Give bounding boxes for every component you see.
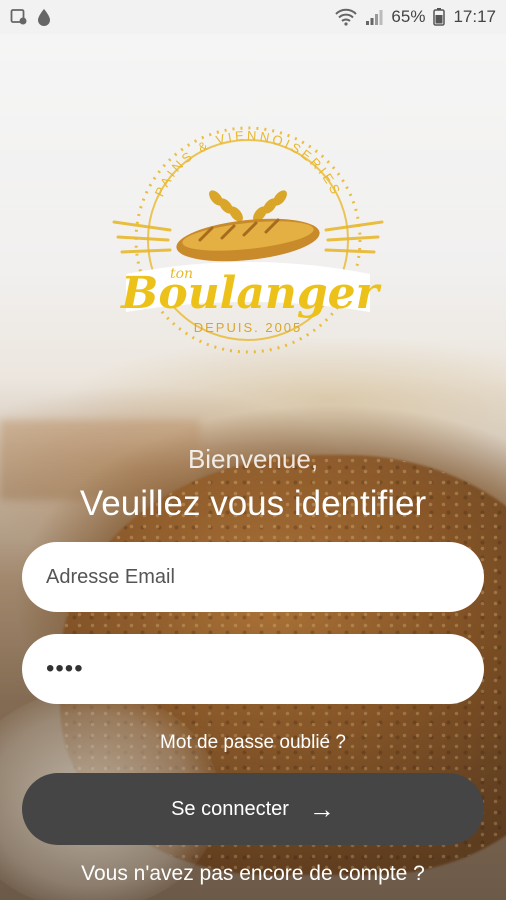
boulanger-logo: PAINS & VIENNOISERIES ton Boulanger DEPU…	[112, 126, 384, 354]
email-input[interactable]	[46, 565, 460, 589]
screen-record-icon	[10, 9, 27, 25]
password-field[interactable]	[22, 634, 484, 704]
password-input[interactable]	[46, 655, 460, 683]
connect-button-label: Se connecter	[171, 797, 289, 820]
clock: 17:17	[453, 7, 496, 26]
drop-icon	[38, 9, 50, 26]
signup-link[interactable]: Vous n'avez pas encore de compte ?	[0, 862, 506, 886]
status-right: 65% 17:17	[335, 7, 496, 27]
status-left	[10, 8, 52, 26]
svg-text:PAINS & VIENNOISERIES: PAINS & VIENNOISERIES	[152, 128, 345, 199]
logo-arc-text: PAINS & VIENNOISERIES	[152, 128, 342, 199]
logo-brand: Boulanger	[119, 268, 382, 319]
baguette-icon	[176, 218, 320, 262]
logo-since: DEPUIS. 2005	[194, 320, 303, 335]
wifi-icon	[335, 8, 358, 26]
arrow-right-icon: →	[308, 794, 335, 824]
forgot-password-link[interactable]: Mot de passe oublié ?	[0, 732, 506, 754]
page-title: Veuillez vous identifier	[79, 484, 427, 523]
login-screen: 65% 17:17 PAINS & VIENNOISERIES ton Boul…	[0, 0, 506, 900]
battery-icon	[433, 8, 446, 26]
welcome-text: Bienvenue,	[187, 444, 319, 474]
connect-button[interactable]: Se connecter →	[22, 773, 484, 845]
signal-icon	[366, 10, 383, 25]
status-bar: 65% 17:17	[0, 0, 506, 34]
email-field[interactable]	[22, 542, 484, 612]
battery-percent: 65%	[391, 7, 426, 26]
wheat-icon	[209, 190, 287, 222]
